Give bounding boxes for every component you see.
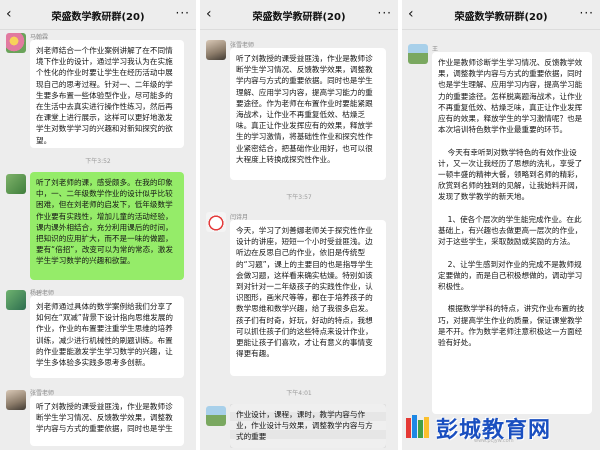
image-card-caption: 作业设计，课程，课时，教学内容与作业，作业设计与效果，调整教学内容与方式的重要 xyxy=(230,404,386,448)
chat-title: 荣盛数学教研群(20) xyxy=(454,12,548,23)
avatar[interactable] xyxy=(206,212,226,232)
message-bubble[interactable]: 作业是教师诊断学生学习情况、反馈教学效果，调整教学内容与方式的重要依据，同时也是… xyxy=(432,52,592,414)
chat-title: 荣盛数学教研群(20) xyxy=(51,12,145,23)
chat-header: ‹ 荣盛数学教研群(20) ··· xyxy=(0,0,196,30)
avatar[interactable] xyxy=(206,40,226,60)
more-dots-icon[interactable]: ··· xyxy=(176,6,190,20)
more-dots-icon[interactable]: ··· xyxy=(378,6,392,20)
avatar[interactable] xyxy=(408,44,428,64)
timestamp: 下午3:52 xyxy=(85,158,111,165)
avatar[interactable] xyxy=(206,406,226,426)
avatar[interactable] xyxy=(6,290,26,310)
timestamp: 下午3:57 xyxy=(286,194,312,201)
back-chevron-icon[interactable]: ‹ xyxy=(6,6,12,22)
message-bubble[interactable]: 听了刘教授的课受益匪浅，作业是教师诊断学生学习情况、反馈教学效果，调整教学内容与… xyxy=(230,48,386,180)
shared-image-card[interactable]: 作业设计，课程，课时，教学内容与作业，作业设计与效果，调整教学内容与方式的重要 xyxy=(230,404,386,448)
books-logo-icon xyxy=(406,415,429,438)
back-chevron-icon[interactable]: ‹ xyxy=(408,6,414,22)
chat-window-2: ‹ 荣盛数学教研群(20) ··· 张雪老师 听了刘教授的课受益匪浅，作业是教师… xyxy=(200,0,398,450)
watermark-url: www.pcjyw.com xyxy=(474,438,514,444)
chat-window-1: ‹ 荣盛数学教研群(20) ··· 马翰霖 刘老师结合一个作业案例讲解了在不同情… xyxy=(0,0,196,450)
message-bubble[interactable]: 听了刘教授的课受益匪浅，作业是教师诊断学生学习情况、反馈教学效果，调整教学内容与… xyxy=(30,396,184,446)
site-watermark: 彭城教育网 www.pcjyw.com xyxy=(404,410,588,444)
message-bubble[interactable]: 刘老师结合一个作业案例讲解了在不同情境下作业的设计，通过学习我认为在实施个性化的… xyxy=(30,40,184,148)
chat-window-3: ‹ 荣盛数学教研群(20) ··· 王 作业是教师诊断学生学习情况、反馈教学效果… xyxy=(402,0,600,450)
timestamp: 下午4:01 xyxy=(286,390,312,397)
chat-title: 荣盛数学教研群(20) xyxy=(252,12,346,23)
back-chevron-icon[interactable]: ‹ xyxy=(206,6,212,22)
message-bubble-own[interactable]: 听了刘老师的课，感受颇多。在我的印象中，一、二年级数学作业的设计似乎比较困难，但… xyxy=(30,172,184,280)
message-bubble[interactable]: 刘老师通过具体的数学案例给我们分享了如何在“双减”背景下设计指向思维发展的作业，… xyxy=(30,296,184,378)
chat-header: ‹ 荣盛数学教研群(20) ··· xyxy=(402,0,600,30)
avatar[interactable] xyxy=(6,33,26,53)
avatar[interactable] xyxy=(6,390,26,410)
message-bubble[interactable]: 今天，学习了刘善娜老师关于探究性作业设计的讲座，短短一个小时受益匪浅。边听边在反… xyxy=(230,220,386,376)
avatar[interactable] xyxy=(6,174,26,194)
more-dots-icon[interactable]: ··· xyxy=(580,6,594,20)
chat-header: ‹ 荣盛数学教研群(20) ··· xyxy=(200,0,398,30)
